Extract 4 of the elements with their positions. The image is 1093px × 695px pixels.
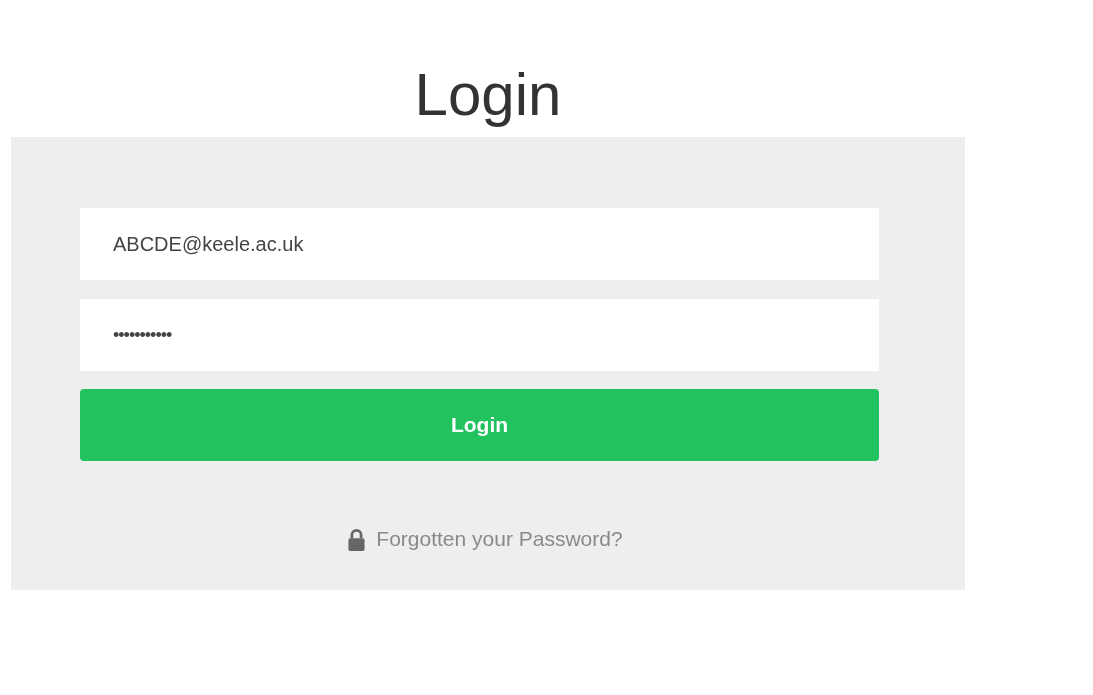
page-title: Login (413, 60, 563, 130)
lock-icon (346, 527, 368, 551)
password-field[interactable]: ••••••••••• (80, 299, 879, 371)
email-field[interactable]: ABCDE@keele.ac.uk (80, 208, 879, 280)
